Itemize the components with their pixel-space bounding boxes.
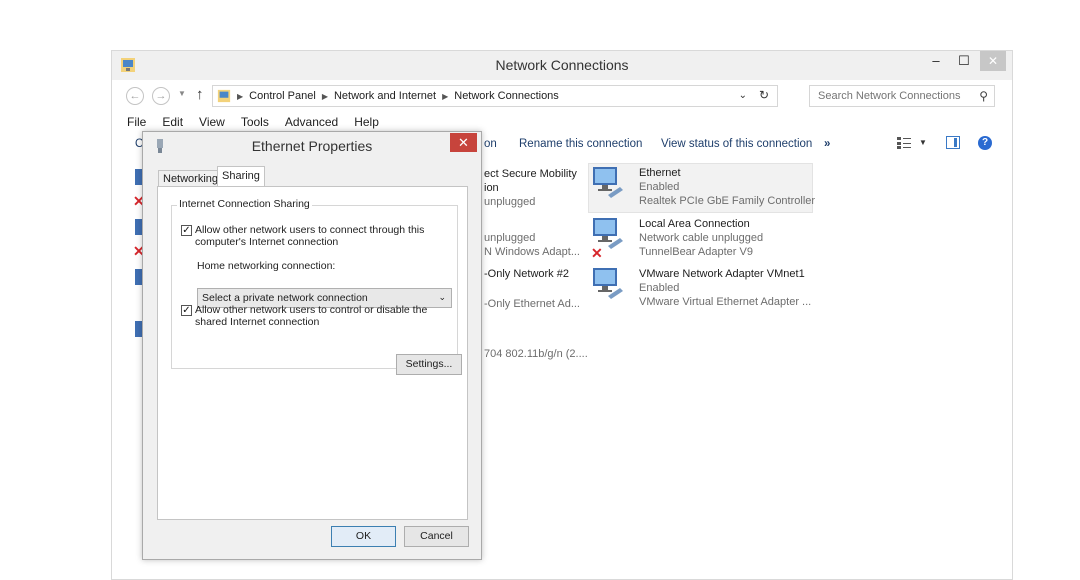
address-row: ← → ▼ ↑ ▶ Control Panel ▶ Network and In… [112, 81, 1012, 111]
menu-edit[interactable]: Edit [154, 113, 191, 133]
menu-advanced[interactable]: Advanced [277, 113, 346, 133]
connection-tile-hostonly[interactable]: -Only Network #2 -Only Ethernet Ad... [484, 267, 580, 311]
home-networking-label: Home networking connection: [197, 260, 336, 272]
connection-tile-wifi[interactable]: 704 802.11b/g/n (2.... [484, 347, 588, 361]
menu-view[interactable]: View [191, 113, 233, 133]
connection-status: unplugged [484, 196, 536, 208]
allow-connect-label-line2: computer's Internet connection [195, 236, 339, 248]
address-dropdown-chevron-icon[interactable]: ⌄ [739, 90, 747, 101]
dialog-title: Ethernet Properties [251, 138, 373, 154]
connection-device: TunnelBear Adapter V9 [639, 246, 753, 258]
connection-status: Enabled [639, 282, 680, 294]
disconnected-x-icon: ✕ [591, 245, 603, 261]
recent-locations-chevron-icon[interactable]: ▼ [178, 89, 186, 98]
title-bar[interactable]: Network Connections – ☐ ✕ [112, 51, 1012, 80]
view-options-chevron-icon[interactable]: ▼ [919, 138, 927, 147]
connection-status: Network cable unplugged [639, 232, 764, 244]
ethernet-properties-dialog: Ethernet Properties ✕ Networking Sharing… [142, 131, 482, 560]
connection-tile-local-area[interactable]: Local Area Connection Network cable unpl… [639, 217, 763, 259]
ethernet-adapter-icon [593, 167, 623, 198]
connection-name: Ethernet [639, 167, 681, 179]
connection-device: 704 802.11b/g/n (2.... [484, 348, 588, 360]
change-view-icon[interactable] [897, 137, 911, 149]
connection-status: Enabled [639, 181, 680, 193]
rename-connection-command[interactable]: Rename this connection [519, 138, 642, 150]
sharing-panel: Internet Connection Sharing ✓ Allow othe… [157, 186, 468, 520]
vmware-adapter-icon [593, 268, 623, 299]
group-title: Internet Connection Sharing [177, 198, 312, 210]
preview-pane-icon[interactable] [946, 136, 960, 149]
connection-tile-vpn[interactable]: ect Secure Mobility ion unplugged [484, 167, 577, 209]
refresh-icon[interactable]: ↻ [759, 88, 769, 102]
connection-device: N Windows Adapt... [484, 246, 580, 258]
tab-sharing[interactable]: Sharing [217, 166, 265, 187]
connection-name-cont: ion [484, 182, 499, 194]
connection-name: VMware Network Adapter VMnet1 [639, 268, 805, 280]
allow-control-label-line2: shared Internet connection [195, 316, 320, 328]
forward-arrow-icon[interactable]: → [152, 87, 170, 105]
internet-connection-sharing-group: Internet Connection Sharing ✓ Allow othe… [171, 198, 462, 375]
window-title: Network Connections [495, 57, 629, 73]
more-commands-chevron-icon[interactable]: » [824, 138, 830, 150]
menu-bar: File Edit View Tools Advanced Help [112, 113, 387, 133]
help-icon[interactable]: ? [978, 136, 992, 150]
allow-control-checkbox[interactable]: ✓ [181, 305, 192, 316]
connection-name: ect Secure Mobility [484, 168, 577, 180]
view-status-command[interactable]: View status of this connection [661, 138, 812, 150]
breadcrumb-separator-icon: ▶ [237, 91, 244, 101]
up-arrow-icon[interactable]: ↑ [196, 86, 204, 103]
maximize-button[interactable]: ☐ [950, 51, 978, 71]
allow-connect-label-line1: Allow other network users to connect thr… [195, 224, 425, 236]
allow-connect-label[interactable]: Allow other network users to connect thr… [195, 224, 424, 248]
connection-tile-vmnet1[interactable]: VMware Network Adapter VMnet1 Enabled VM… [639, 267, 811, 309]
connection-name: Local Area Connection [639, 218, 750, 230]
back-arrow-icon[interactable]: ← [126, 87, 144, 105]
menu-file[interactable]: File [112, 113, 154, 133]
breadcrumb-control-panel[interactable]: Control Panel [249, 90, 316, 102]
connection-name: -Only Network #2 [484, 268, 569, 280]
tab-networking[interactable]: Networking [158, 170, 224, 186]
connection-device: -Only Ethernet Ad... [484, 298, 580, 310]
connect-command[interactable]: on [484, 138, 497, 150]
search-input[interactable] [816, 89, 966, 103]
connection-tile-ethernet[interactable]: Ethernet Enabled Realtek PCIe GbE Family… [639, 166, 815, 208]
close-button[interactable]: ✕ [980, 51, 1006, 71]
minimize-button[interactable]: – [922, 51, 950, 71]
breadcrumb: ▶ Control Panel ▶ Network and Internet ▶… [217, 89, 559, 103]
connection-status: unplugged [484, 232, 536, 244]
allow-connect-checkbox[interactable]: ✓ [181, 225, 192, 236]
menu-help[interactable]: Help [346, 113, 387, 133]
search-icon[interactable]: ⚲ [979, 89, 988, 103]
chevron-down-icon: ⌄ [438, 292, 446, 302]
breadcrumb-separator-icon: ▶ [442, 91, 449, 101]
breadcrumb-separator-icon: ▶ [321, 91, 328, 101]
settings-button[interactable]: Settings... [396, 354, 462, 375]
home-networking-select-value: Select a private network connection [202, 292, 368, 304]
ok-button[interactable]: OK [331, 526, 396, 547]
connection-tile-tap[interactable]: unplugged N Windows Adapt... [484, 231, 580, 259]
allow-control-label[interactable]: Allow other network users to control or … [195, 304, 427, 328]
cancel-button[interactable]: Cancel [404, 526, 469, 547]
allow-control-label-line1: Allow other network users to control or … [195, 304, 428, 316]
breadcrumb-network-connections[interactable]: Network Connections [454, 90, 559, 102]
dialog-close-button[interactable]: ✕ [450, 133, 477, 152]
connection-device: VMware Virtual Ethernet Adapter ... [639, 296, 812, 308]
connection-device: Realtek PCIe GbE Family Controller [639, 195, 816, 207]
menu-tools[interactable]: Tools [233, 113, 277, 133]
control-panel-icon [217, 89, 231, 103]
search-box[interactable]: ⚲ [809, 85, 995, 107]
breadcrumb-network-and-internet[interactable]: Network and Internet [334, 90, 436, 102]
address-bar[interactable]: ▶ Control Panel ▶ Network and Internet ▶… [212, 85, 778, 107]
